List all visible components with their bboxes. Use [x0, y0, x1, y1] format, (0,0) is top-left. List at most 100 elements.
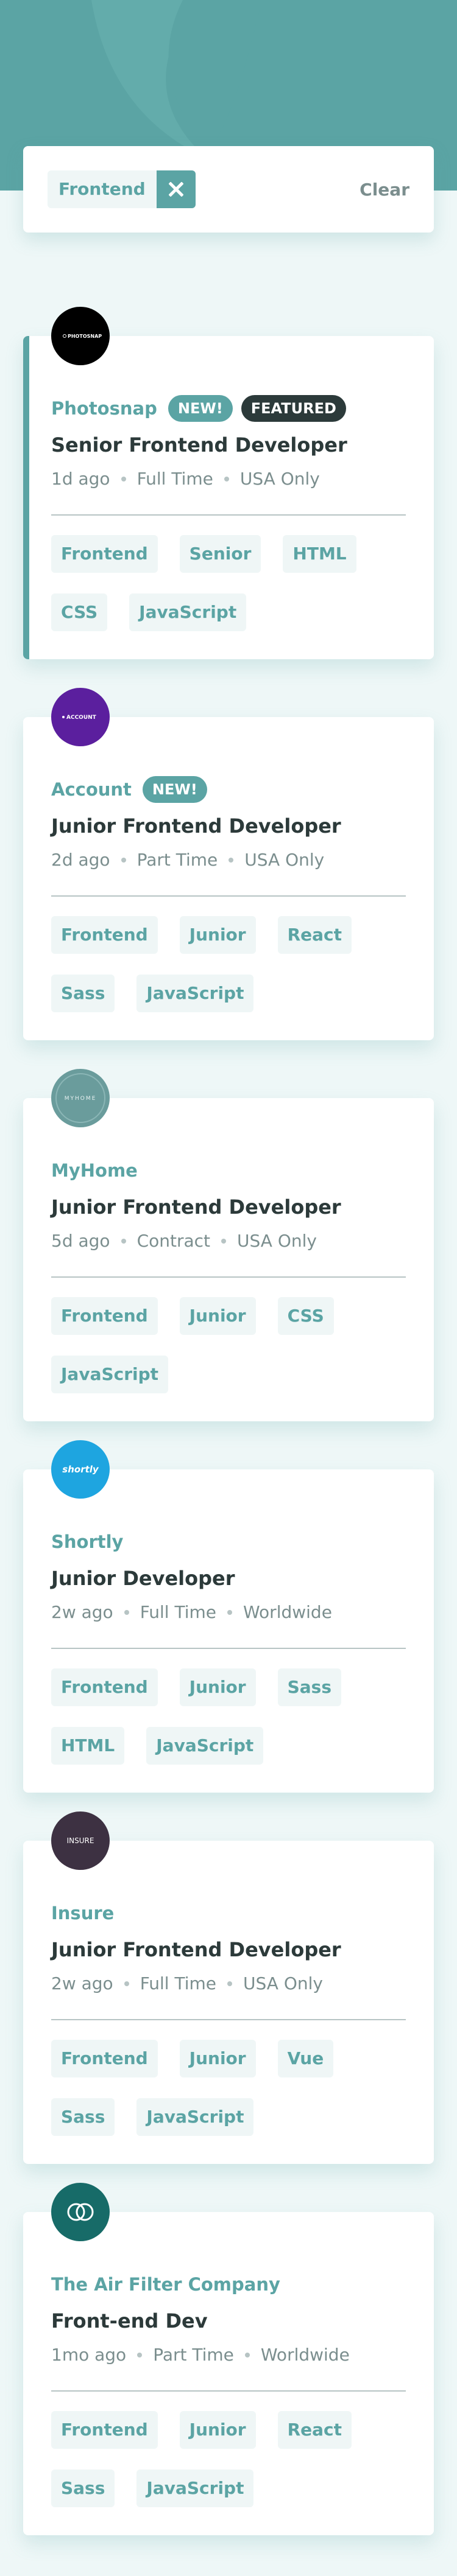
job-card-shortly[interactable]: shortly Shortly Junior Developer 2w ago … — [23, 1440, 434, 1793]
job-meta: 1mo ago Part Time Worldwide — [51, 2345, 406, 2365]
new-badge: NEW! — [168, 395, 233, 422]
job-card-photosnap[interactable]: PHOTOSNAP Photosnap NEW! FEATURED Senior… — [23, 307, 434, 659]
posted-at: 2w ago — [51, 1973, 113, 1993]
tag-button[interactable]: JavaScript — [51, 1356, 169, 1393]
tag-list: Frontend Junior Vue Sass JavaScript — [51, 2020, 406, 2164]
tag-button[interactable]: HTML — [51, 1727, 125, 1765]
job-title[interactable]: Senior Frontend Developer — [51, 433, 406, 457]
tag-button[interactable]: Frontend — [51, 2040, 158, 2077]
tag-button[interactable]: Frontend — [51, 535, 158, 573]
company-logo-shortly: shortly — [51, 1440, 110, 1499]
tag-button[interactable]: Frontend — [51, 1668, 158, 1706]
account-logo-icon: ACCOUNT — [62, 715, 97, 721]
svg-text:INSURE: INSURE — [67, 1836, 94, 1845]
separator-dot — [224, 476, 229, 481]
job-meta: 2w ago Full Time USA Only — [51, 1973, 406, 1993]
tag-button[interactable]: Sass — [51, 2098, 115, 2136]
contract-type: Contract — [136, 1231, 211, 1251]
close-icon — [168, 182, 183, 197]
tag-button[interactable]: CSS — [51, 593, 108, 631]
contract-type: Full Time — [140, 1973, 216, 1993]
company-logo-insure: INSURE — [51, 1811, 110, 1870]
tag-button[interactable]: Frontend — [51, 1297, 158, 1335]
tag-button[interactable]: JavaScript — [136, 2098, 254, 2136]
tag-button[interactable]: Junior — [179, 1668, 256, 1706]
insure-logo-icon: INSURE — [67, 1836, 94, 1845]
posted-at: 2d ago — [51, 850, 110, 870]
tag-button[interactable]: CSS — [277, 1297, 334, 1335]
filter-chip-frontend: Frontend — [48, 170, 196, 208]
tag-button[interactable]: Sass — [51, 2469, 115, 2507]
tag-button[interactable]: JavaScript — [136, 2469, 254, 2507]
company-logo-account: ACCOUNT — [51, 688, 110, 746]
new-badge: NEW! — [142, 776, 207, 803]
filter-chip-label: Frontend — [48, 170, 157, 208]
job-title[interactable]: Junior Frontend Developer — [51, 1195, 406, 1219]
filter-bar: Frontend Clear — [23, 146, 434, 233]
tag-button[interactable]: JavaScript — [129, 593, 247, 631]
tag-button[interactable]: React — [277, 916, 352, 954]
job-meta: 2w ago Full Time Worldwide — [51, 1602, 406, 1622]
tag-button[interactable]: Junior — [179, 2411, 256, 2449]
tag-list: Frontend Junior Sass HTML JavaScript — [51, 1649, 406, 1793]
svg-text:shortly: shortly — [62, 1464, 99, 1475]
remove-filter-button[interactable] — [156, 170, 196, 208]
company-logo-air-filter — [51, 2183, 110, 2241]
photosnap-logo-icon: PHOTOSNAP — [63, 334, 102, 339]
myhome-logo-icon: MYHOME — [55, 1073, 105, 1123]
tag-button[interactable]: Sass — [51, 975, 115, 1012]
tag-button[interactable]: Senior — [179, 535, 261, 573]
separator-dot — [227, 1609, 232, 1615]
shortly-logo-icon: shortly — [62, 1464, 99, 1475]
separator-dot — [227, 1981, 232, 1986]
company-name: The Air Filter Company — [51, 2274, 280, 2295]
job-meta: 1d ago Full Time USA Only — [51, 469, 406, 489]
tag-button[interactable]: Junior — [179, 1297, 256, 1335]
posted-at: 1mo ago — [51, 2345, 127, 2365]
tag-list: Frontend Junior React Sass JavaScript — [51, 897, 406, 1040]
job-card-myhome[interactable]: MYHOME MyHome Junior Frontend Developer … — [23, 1069, 434, 1421]
company-name: Photosnap — [51, 398, 157, 419]
tag-button[interactable]: Frontend — [51, 916, 158, 954]
contract-type: Part Time — [136, 850, 218, 870]
job-location: USA Only — [243, 1973, 323, 1993]
separator-dot — [121, 857, 126, 863]
separator-dot — [137, 2352, 143, 2357]
featured-badge: FEATURED — [241, 395, 346, 422]
job-location: USA Only — [237, 1231, 317, 1251]
tag-button[interactable]: Frontend — [51, 2411, 158, 2449]
air-filter-logo-icon — [67, 2203, 94, 2221]
company-logo-myhome: MYHOME — [51, 1069, 110, 1127]
tag-button[interactable]: Junior — [179, 2040, 256, 2077]
tag-button[interactable]: Junior — [179, 916, 256, 954]
posted-at: 1d ago — [51, 469, 110, 489]
clear-filters-button[interactable]: Clear — [360, 180, 409, 200]
job-card-account[interactable]: ACCOUNT Account NEW! Junior Frontend Dev… — [23, 688, 434, 1040]
job-title[interactable]: Junior Frontend Developer — [51, 1938, 406, 1961]
separator-dot — [244, 2352, 250, 2357]
tag-button[interactable]: JavaScript — [136, 975, 254, 1012]
tag-button[interactable]: React — [277, 2411, 352, 2449]
svg-text:PHOTOSNAP: PHOTOSNAP — [68, 334, 102, 339]
tag-button[interactable]: Sass — [277, 1668, 342, 1706]
job-location: Worldwide — [243, 1602, 332, 1622]
job-title[interactable]: Junior Developer — [51, 1567, 406, 1590]
separator-dot — [221, 1238, 227, 1244]
job-card-air-filter-company[interactable]: The Air Filter Company Front-end Dev 1mo… — [23, 2183, 434, 2535]
company-logo-photosnap: PHOTOSNAP — [51, 307, 110, 365]
tag-button[interactable]: Vue — [277, 2040, 334, 2077]
posted-at: 5d ago — [51, 1231, 110, 1251]
posted-at: 2w ago — [51, 1602, 113, 1622]
contract-type: Full Time — [140, 1602, 216, 1622]
job-title[interactable]: Junior Frontend Developer — [51, 814, 406, 838]
tag-button[interactable]: HTML — [283, 535, 356, 573]
separator-dot — [121, 476, 126, 481]
contract-type: Part Time — [153, 2345, 234, 2365]
separator-dot — [124, 1981, 129, 1986]
tag-list: Frontend Senior HTML CSS JavaScript — [51, 516, 406, 659]
tag-button[interactable]: JavaScript — [146, 1727, 264, 1765]
company-name: Shortly — [51, 1531, 124, 1552]
job-title[interactable]: Front-end Dev — [51, 2309, 406, 2333]
job-location: USA Only — [244, 850, 325, 870]
job-card-insure[interactable]: INSURE Insure Junior Frontend Developer … — [23, 1811, 434, 2164]
